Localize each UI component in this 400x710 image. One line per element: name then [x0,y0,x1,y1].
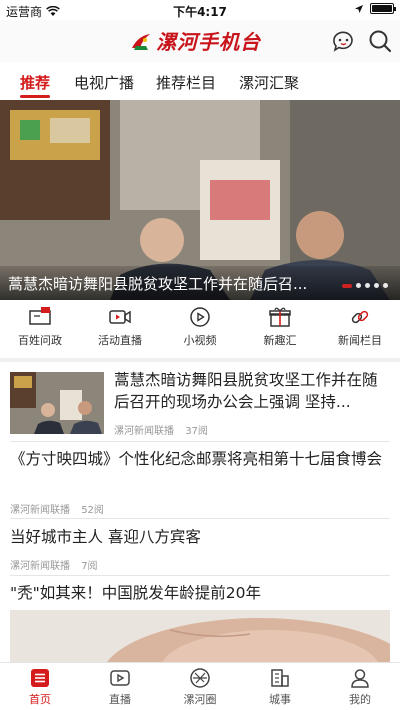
news-source: 漯河新闻联播 [114,426,174,437]
location-arrow-icon [355,4,363,13]
news-title: 《方寸映四城》个性化纪念邮票将亮相第十七届食博会 [10,450,383,468]
divider [10,518,390,519]
quick-nav-new-fun[interactable]: 新趣汇 [240,306,320,348]
carousel-dots [342,283,388,288]
news-source: 漯河新闻联播 [10,561,70,572]
news-title: 蒿慧杰暗访舞阳县脱贫攻坚工作并在随后召开的现场办公会上强调 坚持... [114,371,378,411]
user-icon [351,669,369,688]
status-bar: 运营商 下午4:17 [0,0,400,20]
channel-tabs: 推荐 电视广播 推荐栏目 漯河汇聚 [0,62,400,100]
news-views: 37阅 [185,426,208,437]
divider [10,441,390,442]
banner-title: 蒿慧杰暗访舞阳县脱贫攻坚工作并在随后召... [8,275,308,293]
active-tab-indicator [20,95,50,98]
bottom-nav-label: 首页 [29,693,51,706]
quick-nav-people-politics[interactable]: 百姓问政 [0,306,80,348]
bottom-nav: 首页 直播 漯河圈 城事 我的 [0,662,400,710]
app-title: 漯河手机台 [156,30,261,54]
news-views: 7阅 [81,561,98,572]
chat-mascot-icon[interactable] [330,28,356,54]
battery-icon [370,3,396,14]
search-icon[interactable] [367,28,393,54]
building-icon [271,669,289,687]
home-list-icon [31,669,49,687]
news-cover-image [10,610,390,662]
tab-recommend[interactable]: 推荐 [20,72,50,93]
news-title: 当好城市主人 喜迎八方宾客 [10,528,201,546]
bottom-nav-label: 城事 [269,693,291,706]
tab-luohe-gathering[interactable]: 漯河汇聚 [239,72,299,93]
banner-carousel[interactable]: 蒿慧杰暗访舞阳县脱贫攻坚工作并在随后召... [0,100,400,300]
news-thumbnail [10,372,104,434]
bottom-nav-me[interactable]: 我的 [320,667,400,707]
video-camera-icon [109,310,131,324]
tv-flag-icon [29,307,51,325]
carousel-dot[interactable] [374,283,379,288]
play-box-icon [110,670,130,686]
bottom-nav-city-affairs[interactable]: 城事 [240,667,320,707]
news-views: 52阅 [81,505,104,516]
carousel-dot-active[interactable] [342,283,352,288]
play-circle-icon [190,307,210,327]
carousel-dot[interactable] [356,283,361,288]
app-logo: 漯河手机台 [130,26,261,55]
quick-nav-short-video[interactable]: 小视频 [160,306,240,348]
carousel-dot[interactable] [383,283,388,288]
news-item[interactable]: 当好城市主人 喜迎八方宾客 漯河新闻联播 7阅 [0,526,400,572]
quick-nav-news-columns[interactable]: 新闻栏目 [320,306,400,348]
news-item[interactable]: 蒿慧杰暗访舞阳县脱贫攻坚工作并在随后召开的现场办公会上强调 坚持... 漯河新闻… [0,368,400,438]
carousel-dot[interactable] [365,283,370,288]
gift-icon [269,307,291,327]
bottom-nav-label: 我的 [349,693,371,706]
bottom-nav-label: 漯河圈 [183,693,217,706]
quick-nav: 百姓问政 活动直播 小视频 新趣汇 新闻栏目 [0,300,400,356]
news-title: "秃"如其来！中国脱发年龄提前20年 [10,584,261,602]
bottom-nav-home[interactable]: 首页 [0,667,80,707]
bottom-nav-live[interactable]: 直播 [80,667,160,707]
news-source: 漯河新闻联播 [10,505,70,516]
aperture-icon [190,668,210,688]
app-header: 漯河手机台 [0,20,400,62]
divider [10,575,390,576]
quick-nav-live-events[interactable]: 活动直播 [80,306,160,348]
section-separator [0,358,400,362]
bottom-nav-label: 直播 [109,693,131,706]
link-icon [351,310,369,324]
clock: 下午4:17 [173,5,227,19]
tab-recommended-columns[interactable]: 推荐栏目 [156,72,216,93]
bottom-nav-luohe-circle[interactable]: 漯河圈 [160,667,240,707]
logo-mark-icon [132,33,150,50]
news-item[interactable]: 《方寸映四城》个性化纪念邮票将亮相第十七届食博会 漯河新闻联播 52阅 [0,448,400,516]
tab-tv-radio[interactable]: 电视广播 [74,72,134,93]
news-item[interactable]: "秃"如其来！中国脱发年龄提前20年 [0,582,400,662]
